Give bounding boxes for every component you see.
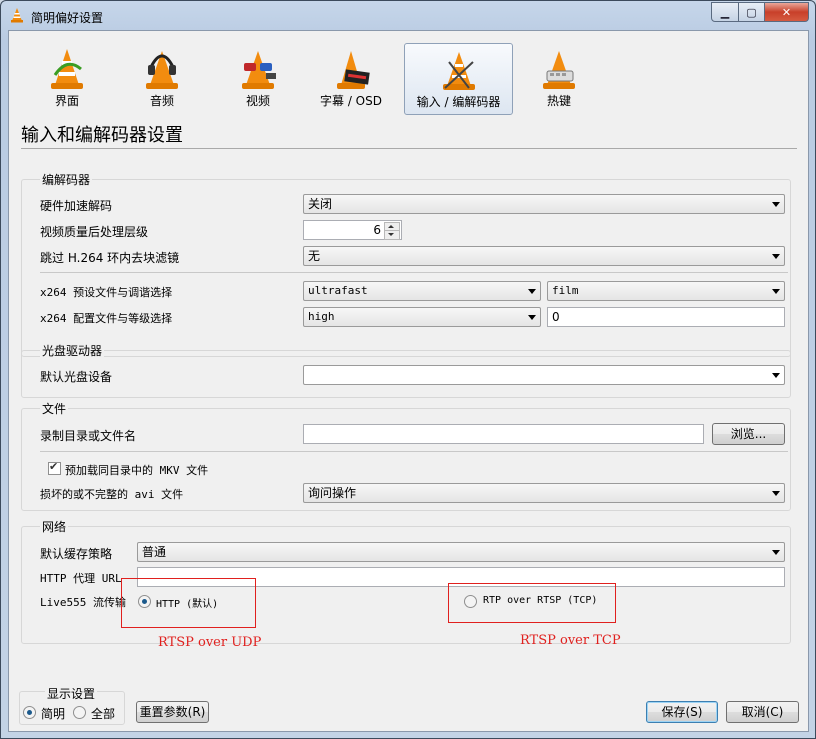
chevron-down-icon (772, 373, 780, 378)
vlc-cone-icon (11, 8, 23, 23)
simple-radio[interactable] (23, 706, 36, 719)
vlc-input-icon (442, 52, 475, 90)
chevron-down-icon (772, 202, 780, 207)
codecs-group-title: 编解码器 (40, 171, 93, 188)
x264-preset-value: ultrafast (308, 284, 368, 297)
optical-group-title: 光盘驱动器 (40, 342, 105, 359)
minimize-button[interactable]: ▁ (711, 2, 739, 22)
hw-decoding-value: 关闭 (308, 197, 333, 211)
x264-profile-select[interactable]: high (303, 307, 541, 327)
vlc-hotkeys-icon (543, 51, 575, 89)
postproc-spinbox[interactable]: 6 (303, 220, 402, 240)
network-group-title: 网络 (40, 518, 69, 535)
category-toolbar: 界面 音频 视频 字幕 / OSD 输入 / 编解码器 热键 (9, 31, 808, 117)
files-group-title: 文件 (40, 400, 69, 417)
chevron-down-icon (772, 254, 780, 259)
broken-avi-value: 询问操作 (308, 486, 357, 500)
skip-loopfilter-select[interactable]: 无 (303, 246, 785, 266)
all-label: 全部 (91, 707, 116, 721)
window-controls: ▁ ▢ ✕ (711, 2, 809, 22)
tab-label: 界面 (54, 94, 79, 108)
chevron-down-icon (528, 289, 536, 294)
x264-profile-value: high (308, 310, 335, 323)
tab-subtitles-osd[interactable]: 字幕 / OSD (309, 43, 393, 113)
tab-video[interactable]: 视频 (218, 43, 298, 113)
tab-label: 音频 (149, 94, 174, 108)
settings-panel: 编解码器 硬件加速解码 关闭 视频质量后处理层级 6 跳过 H.264 环内去块… (21, 155, 797, 675)
preferences-window: 简明偏好设置 ▁ ▢ ✕ 界面 音频 视频 字幕 / OSD 输入 / 编解码器… (0, 0, 816, 739)
separator (40, 272, 788, 273)
all-radio[interactable] (73, 706, 86, 719)
x264-tune-value: film (552, 284, 579, 297)
preload-mkv-checkbox[interactable] (48, 460, 61, 475)
maximize-icon: ▢ (746, 5, 757, 19)
x264-preset-select[interactable]: ultrafast (303, 281, 541, 301)
chevron-down-icon (772, 289, 780, 294)
record-dir-input[interactable] (303, 424, 704, 444)
x264-profile-label: x264 配置文件与等级选择 (40, 312, 173, 325)
close-button[interactable]: ✕ (765, 2, 809, 22)
broken-avi-select[interactable]: 询问操作 (303, 483, 785, 503)
dialog-client: 界面 音频 视频 字幕 / OSD 输入 / 编解码器 热键 输入和编解码器设置… (8, 30, 809, 732)
spin-down-icon[interactable] (384, 230, 400, 240)
disc-device-combo[interactable] (303, 365, 785, 385)
vlc-glasses-icon (242, 51, 276, 89)
tab-label: 字幕 / OSD (320, 94, 382, 108)
tab-label: 视频 (245, 94, 270, 108)
tab-label: 热键 (546, 94, 571, 108)
udp-annotation-box (121, 578, 256, 628)
save-button[interactable]: 保存(S) (646, 701, 718, 723)
separator (40, 451, 788, 452)
hw-decoding-label: 硬件加速解码 (40, 199, 113, 213)
minimize-icon: ▁ (720, 5, 730, 19)
skip-loopfilter-value: 无 (308, 249, 321, 263)
udp-annotation-text: RTSP over UDP (158, 635, 262, 650)
cache-policy-select[interactable]: 普通 (137, 542, 785, 562)
vlc-headphones-icon (146, 51, 178, 89)
x264-level-input[interactable]: 0 (547, 307, 785, 327)
x264-preset-label: x264 预设文件与调谐选择 (40, 286, 173, 299)
title-bar: 简明偏好设置 ▁ ▢ ✕ (1, 1, 815, 31)
postproc-value: 6 (373, 223, 381, 237)
disc-device-label: 默认光盘设备 (40, 370, 113, 384)
page-title: 输入和编解码器设置 (21, 125, 183, 146)
tab-input-codecs[interactable]: 输入 / 编解码器 (404, 43, 513, 115)
x264-tune-select[interactable]: film (547, 281, 785, 301)
chevron-down-icon (772, 491, 780, 496)
vlc-cone-icon (51, 49, 83, 89)
postproc-label: 视频质量后处理层级 (40, 225, 149, 239)
tab-audio[interactable]: 音频 (122, 43, 202, 113)
cache-policy-label: 默认缓存策略 (40, 547, 113, 561)
preload-mkv-label: 预加载同目录中的 MKV 文件 (65, 464, 209, 477)
cache-policy-value: 普通 (142, 545, 167, 559)
reset-button[interactable]: 重置参数(R) (136, 701, 209, 723)
tab-interface[interactable]: 界面 (27, 43, 107, 113)
http-proxy-label: HTTP 代理 URL (40, 572, 122, 585)
window-title: 简明偏好设置 (31, 11, 104, 25)
hw-decoding-select[interactable]: 关闭 (303, 194, 785, 214)
vlc-subtitle-icon (337, 51, 370, 89)
record-dir-label: 录制目录或文件名 (40, 429, 137, 443)
tab-hotkeys[interactable]: 热键 (519, 43, 599, 113)
tcp-annotation-box (448, 583, 616, 623)
tcp-annotation-text: RTSP over TCP (520, 633, 621, 648)
divider (21, 148, 797, 149)
chevron-down-icon (528, 315, 536, 320)
skip-loopfilter-label: 跳过 H.264 环内去块滤镜 (40, 251, 180, 265)
tab-label: 输入 / 编解码器 (416, 95, 501, 109)
simple-label: 简明 (41, 707, 66, 721)
maximize-button[interactable]: ▢ (739, 2, 765, 22)
cancel-button[interactable]: 取消(C) (726, 701, 799, 723)
display-settings-title: 显示设置 (45, 685, 98, 702)
chevron-down-icon (772, 550, 780, 555)
live555-label: Live555 流传输 (40, 596, 126, 609)
broken-avi-label: 损坏的或不完整的 avi 文件 (40, 488, 184, 501)
browse-button[interactable]: 浏览... (712, 423, 785, 445)
close-icon: ✕ (781, 5, 792, 19)
